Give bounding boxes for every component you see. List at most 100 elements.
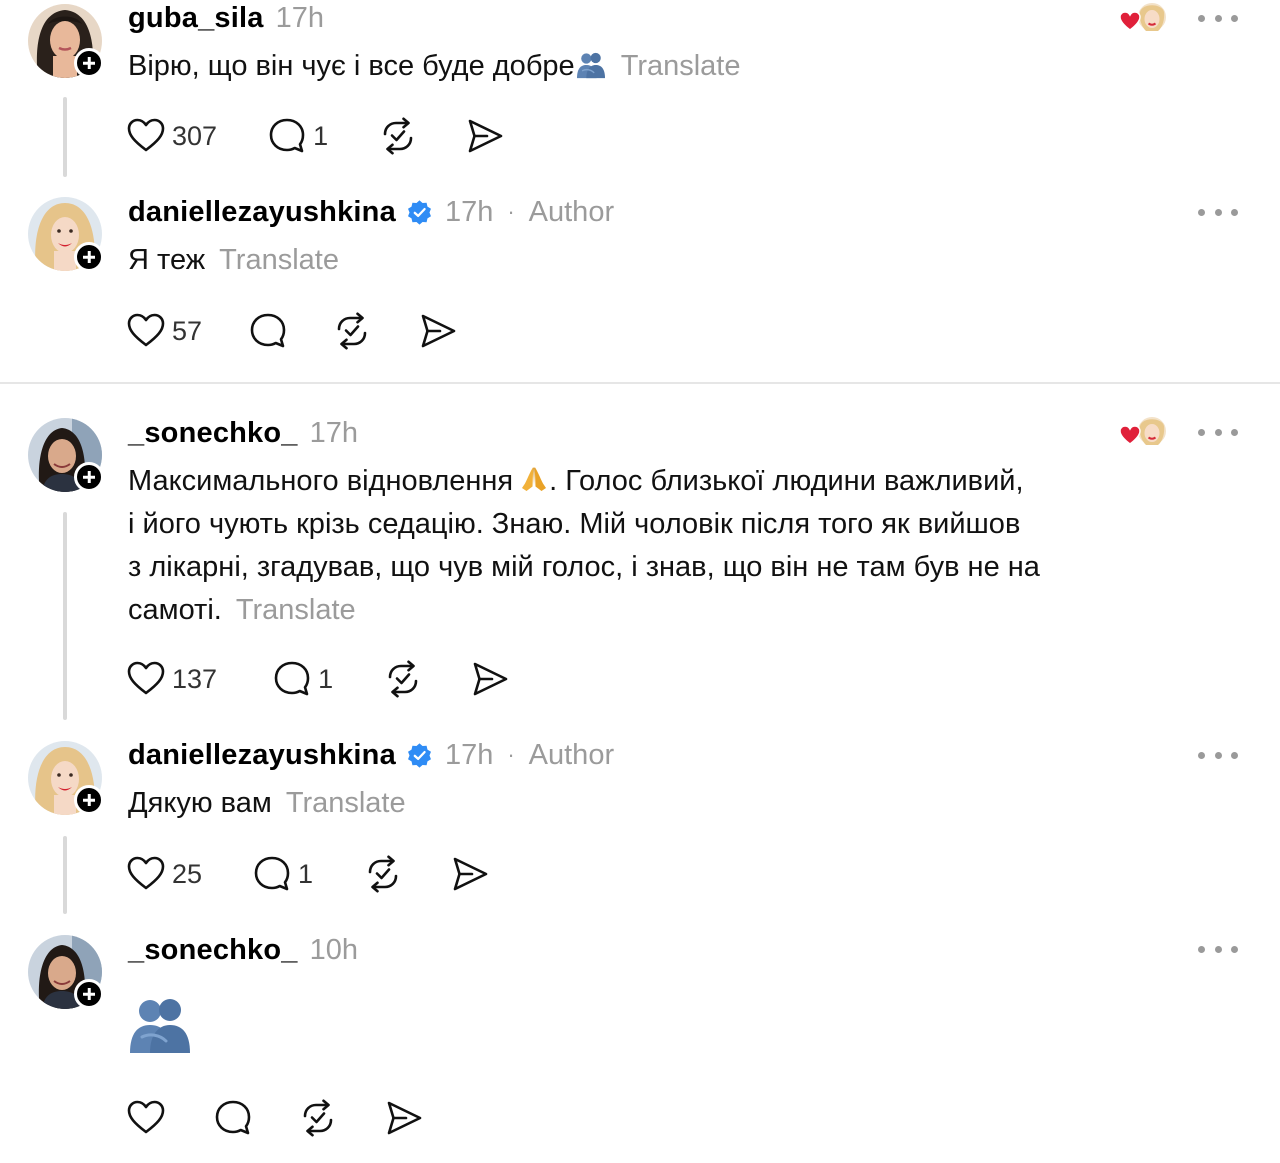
share-button[interactable]: [418, 309, 458, 353]
separator-dot: ·: [507, 742, 515, 767]
heart-icon: [126, 116, 166, 156]
repost-icon: [363, 854, 403, 894]
text-line: . Голос близької людини важливий,: [549, 465, 1024, 497]
post-text: Дякую вам Translate: [128, 782, 406, 825]
more-icon[interactable]: [1198, 943, 1238, 955]
heart-icon: [126, 311, 166, 351]
translate-link[interactable]: Translate: [219, 244, 339, 276]
repost-button[interactable]: [378, 114, 418, 158]
post-header: _sonechko_ 10h: [128, 930, 358, 970]
like-count: 307: [172, 120, 218, 151]
share-button[interactable]: [384, 1096, 424, 1140]
post-text: Вірю, що він чує і все буде добре Transla…: [128, 45, 741, 88]
follow-plus-icon[interactable]: [74, 462, 104, 492]
share-icon: [450, 854, 490, 894]
reply-count: 1: [318, 663, 334, 694]
post-text-content: Я теж: [128, 244, 206, 276]
more-icon[interactable]: [1198, 12, 1238, 24]
share-button[interactable]: [470, 657, 510, 701]
like-button[interactable]: 57: [126, 309, 202, 353]
share-icon: [470, 659, 510, 699]
like-button[interactable]: [126, 1096, 166, 1140]
share-button[interactable]: [465, 114, 505, 158]
username[interactable]: _sonechko_: [128, 934, 298, 967]
reply-button[interactable]: [213, 1096, 253, 1140]
like-button[interactable]: 25: [126, 852, 202, 896]
reply-button[interactable]: 1: [252, 852, 313, 896]
repost-icon: [298, 1098, 338, 1138]
repost-icon: [332, 311, 372, 351]
action-bar: 57: [126, 309, 458, 353]
verified-badge-icon: [406, 199, 433, 226]
username[interactable]: daniellezayushkina: [128, 196, 396, 229]
post-header: daniellezayushkina 17h · Author: [128, 735, 614, 775]
like-count: 25: [172, 858, 203, 889]
repost-icon: [378, 116, 418, 156]
post-header: _sonechko_ 17h: [128, 413, 358, 453]
repost-button[interactable]: [383, 657, 423, 701]
more-icon[interactable]: [1198, 206, 1238, 218]
post-text: Я теж Translate: [128, 239, 339, 282]
timestamp: 10h: [309, 933, 359, 966]
timestamp: 17h: [309, 416, 359, 449]
follow-plus-icon[interactable]: [74, 979, 104, 1009]
translate-link[interactable]: Translate: [236, 594, 356, 626]
thread-line: [63, 512, 67, 720]
like-count: 57: [172, 315, 203, 346]
author-label: Author: [528, 738, 615, 771]
username[interactable]: _sonechko_: [128, 417, 298, 450]
post-text-content: Вірю, що він чує і все буде добре: [128, 50, 575, 82]
text-line: і його чують крізь седацію. Знаю. Мій чо…: [128, 508, 1021, 540]
like-button[interactable]: 307: [126, 114, 217, 158]
thread-line: [63, 836, 67, 914]
repost-button[interactable]: [298, 1096, 338, 1140]
heart-icon: [126, 659, 166, 699]
liked-by-author-icon: [1118, 414, 1168, 450]
comment-icon: [272, 659, 312, 699]
post-header: guba_sila 17h: [128, 0, 324, 38]
share-icon: [418, 311, 458, 351]
repost-icon: [383, 659, 423, 699]
username[interactable]: daniellezayushkina: [128, 739, 396, 772]
repost-button[interactable]: [363, 852, 403, 896]
post-text: Максимального відновлення . Голос близько…: [128, 460, 1040, 632]
thread-line: [63, 97, 67, 177]
post-text-content: Дякую вам: [128, 787, 272, 819]
reply-count: 1: [298, 858, 314, 889]
action-bar: 137 1: [126, 657, 510, 701]
action-bar: [126, 1096, 424, 1140]
share-button[interactable]: [450, 852, 490, 896]
divider: [0, 382, 1280, 384]
more-icon[interactable]: [1198, 749, 1238, 761]
follow-plus-icon[interactable]: [74, 48, 104, 78]
verified-badge-icon: [406, 742, 433, 769]
reply-button[interactable]: 1: [267, 114, 328, 158]
heart-icon: [126, 1098, 166, 1138]
follow-plus-icon[interactable]: [74, 785, 104, 815]
action-bar: 25 1: [126, 852, 490, 896]
liked-by-author-icon: [1118, 0, 1168, 36]
text-line: з лікарні, згадував, що чув мій голос, і…: [128, 551, 1040, 583]
reply-button[interactable]: [248, 309, 288, 353]
translate-link[interactable]: Translate: [286, 787, 406, 819]
people-hugging-emoji: [575, 51, 607, 79]
username[interactable]: guba_sila: [128, 2, 264, 35]
reply-button[interactable]: 1: [272, 657, 333, 701]
follow-plus-icon[interactable]: [74, 242, 104, 272]
separator-dot: ·: [507, 199, 515, 224]
people-hugging-emoji: [126, 995, 194, 1055]
repost-button[interactable]: [332, 309, 372, 353]
translate-link[interactable]: Translate: [621, 50, 741, 82]
like-button[interactable]: 137: [126, 657, 217, 701]
text-line: Максимального відновлення: [128, 465, 514, 497]
comment-icon: [248, 311, 288, 351]
comment-icon: [267, 116, 307, 156]
post-header: daniellezayushkina 17h · Author: [128, 192, 614, 232]
more-icon[interactable]: [1198, 426, 1238, 438]
author-label: Author: [528, 195, 615, 228]
folded-hands-emoji: [519, 464, 549, 494]
comment-icon: [252, 854, 292, 894]
timestamp: 17h: [444, 738, 494, 771]
timestamp: 17h: [444, 195, 494, 228]
heart-icon: [126, 854, 166, 894]
